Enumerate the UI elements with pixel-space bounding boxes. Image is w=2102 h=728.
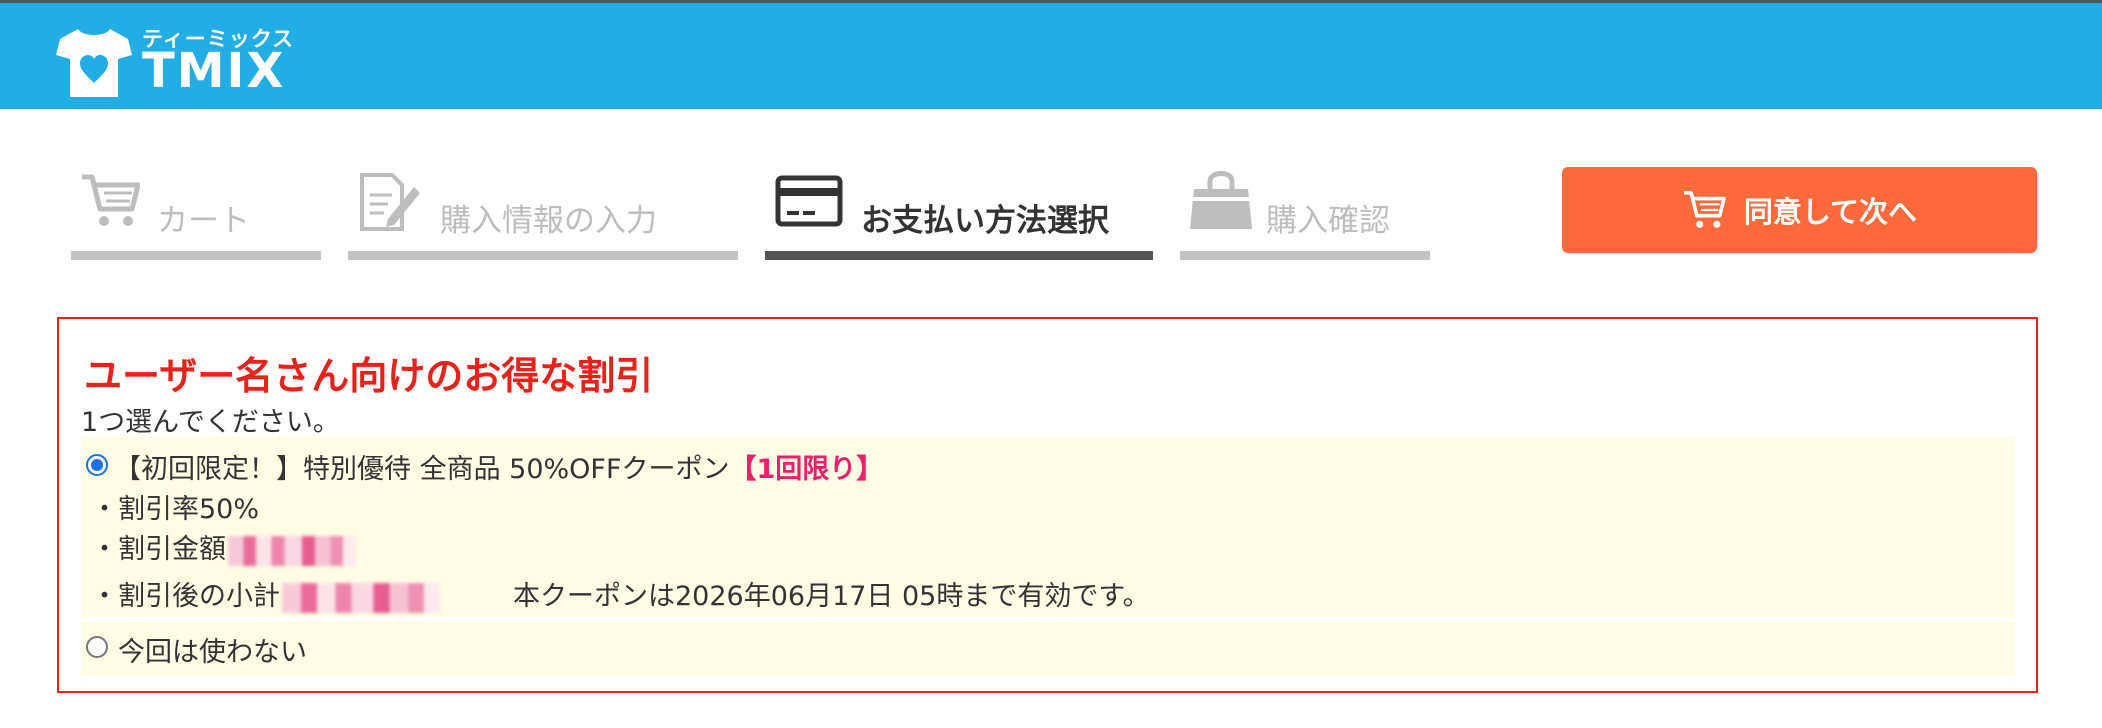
coupon-panel: ユーザー名さん向けのお得な割引 1つ選んでください。 【初回限定！】特別優待 全… (57, 317, 2038, 693)
coupon-name: 【初回限定！】特別優待 全商品 50%OFFクーポン (114, 454, 730, 485)
step-bar-payment-method (765, 251, 1153, 260)
agree-next-label: 同意して次へ (1743, 195, 1918, 229)
discount-rate: ・割引率50% (91, 494, 260, 525)
step-label-info-input: 購入情報の入力 (440, 203, 657, 239)
coupon-radio-none[interactable] (86, 636, 108, 658)
subtotal-label: ・割引後の小計 (91, 581, 280, 612)
step-payment-method: お支払い方法選択 (765, 165, 1153, 260)
document-edit-icon (360, 173, 420, 231)
logo-wordmark: TMIX (142, 43, 286, 99)
shopping-bag-icon (1190, 171, 1252, 229)
credit-card-icon (775, 175, 843, 227)
cart-icon (1683, 191, 1726, 228)
coupon-option-none[interactable]: 今回は使わない (81, 621, 2015, 675)
discount-amount-label: ・割引金額 (91, 534, 226, 565)
step-label-cart: カート (157, 203, 250, 239)
coupon-instruction: 1つ選んでください。 (81, 407, 340, 438)
coupon-option-label: 【初回限定！】特別優待 全商品 50%OFFクーポン【1回限り】 (114, 447, 883, 486)
step-bar-confirm (1180, 251, 1430, 260)
subtotal-row: ・割引後の小計 (91, 574, 440, 613)
step-bar-info-input (348, 251, 738, 260)
coupon-none-label: 今回は使わない (118, 637, 307, 668)
step-label-payment-method: お支払い方法選択 (861, 203, 1109, 239)
coupon-radio-first-time[interactable] (86, 454, 108, 476)
coupon-limit-badge: 【1回限り】 (729, 454, 884, 485)
agree-next-button[interactable]: 同意して次へ (1562, 167, 2037, 253)
discount-amount-row: ・割引金額 (91, 527, 356, 566)
step-confirm: 購入確認 (1180, 165, 1430, 260)
step-info-input: 購入情報の入力 (348, 165, 738, 260)
step-label-confirm: 購入確認 (1266, 203, 1390, 239)
coupon-validity: 本クーポンは2026年06月17日 05時まで有効です。 (513, 581, 1150, 612)
coupon-option-first-time[interactable]: 【初回限定！】特別優待 全商品 50%OFFクーポン【1回限り】 ・割引率50%… (81, 437, 2015, 617)
coupon-title: ユーザー名さん向けのお得な割引 (84, 354, 654, 398)
tshirt-heart-icon (56, 29, 132, 97)
site-header: ティーミックス TMIX (0, 0, 2102, 109)
subtotal-value-redacted (282, 582, 440, 613)
step-bar-cart (71, 251, 321, 260)
cart-icon (82, 174, 140, 226)
step-cart: カート (71, 165, 321, 260)
tmix-logo[interactable]: ティーミックス TMIX (56, 23, 296, 99)
discount-amount-value-redacted (228, 535, 356, 566)
